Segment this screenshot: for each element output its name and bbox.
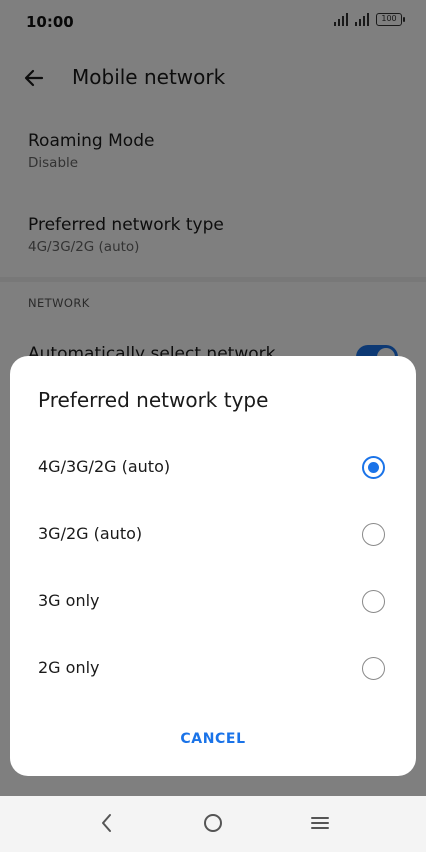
option-4g-3g-2g-auto[interactable]: 4G/3G/2G (auto): [10, 434, 416, 501]
menu-icon[interactable]: [307, 810, 333, 836]
option-label: 3G only: [38, 591, 100, 610]
back-triangle-icon[interactable]: [94, 810, 120, 836]
option-label: 4G/3G/2G (auto): [38, 457, 171, 476]
preferred-network-type-dialog: Preferred network type 4G/3G/2G (auto) 3…: [10, 356, 416, 776]
option-3g-2g-auto[interactable]: 3G/2G (auto): [10, 501, 416, 568]
system-nav-bar: [0, 796, 426, 852]
radio-selected-icon[interactable]: [362, 456, 385, 479]
option-3g-only[interactable]: 3G only: [10, 568, 416, 635]
radio-unselected-icon[interactable]: [362, 590, 385, 613]
option-label: 2G only: [38, 658, 100, 677]
radio-unselected-icon[interactable]: [362, 523, 385, 546]
option-2g-only[interactable]: 2G only: [10, 635, 416, 702]
home-circle-icon[interactable]: [200, 810, 226, 836]
cancel-button[interactable]: CANCEL: [163, 724, 263, 754]
radio-unselected-icon[interactable]: [362, 657, 385, 680]
dialog-title: Preferred network type: [38, 388, 269, 412]
option-label: 3G/2G (auto): [38, 524, 143, 543]
